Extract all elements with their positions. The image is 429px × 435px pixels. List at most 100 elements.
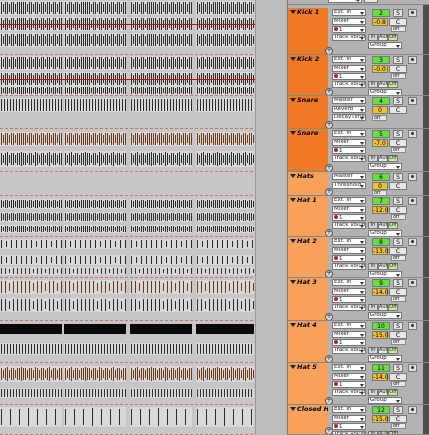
fold-triangle-icon[interactable] — [290, 10, 296, 14]
audio-clip[interactable] — [0, 132, 62, 146]
off-toggle[interactable]: off — [372, 115, 387, 121]
audio-clip[interactable] — [130, 86, 192, 95]
arrangement-lane[interactable] — [0, 405, 287, 435]
audio-clip[interactable] — [0, 33, 62, 47]
volume-field[interactable]: -12.0 — [372, 206, 389, 214]
automation-select[interactable]: Track Volume — [332, 155, 366, 162]
channel-select[interactable]: Mixer — [332, 288, 366, 295]
audio-clip[interactable] — [196, 33, 254, 47]
audio-clip[interactable] — [196, 199, 254, 209]
audio-clip[interactable] — [130, 199, 192, 209]
track-number[interactable]: 10 — [372, 322, 390, 330]
fold-triangle-icon[interactable] — [290, 98, 296, 102]
automation-select[interactable]: Track Volume — [332, 81, 366, 88]
audio-clip[interactable] — [64, 33, 126, 47]
audio-clip-solid[interactable] — [64, 324, 126, 334]
channel-select[interactable]: Mixer — [332, 206, 366, 213]
arm-button[interactable] — [408, 406, 417, 414]
audio-clip[interactable] — [0, 298, 62, 312]
pan-field[interactable]: C — [389, 288, 407, 296]
audio-clip[interactable] — [64, 86, 126, 95]
arrangement-lane[interactable] — [0, 363, 287, 405]
audio-clip[interactable] — [0, 343, 62, 355]
input-select[interactable]: Ext. In — [332, 238, 366, 245]
track-name-header[interactable]: Kick 1 — [288, 8, 328, 17]
track-number[interactable]: 3 — [372, 56, 390, 64]
solo-button[interactable]: S — [393, 238, 403, 246]
audio-clip[interactable] — [196, 56, 254, 70]
audio-clip[interactable] — [64, 98, 126, 112]
audio-clip[interactable] — [130, 267, 192, 275]
solo-button[interactable]: S — [393, 9, 403, 17]
solo-button[interactable]: S — [393, 56, 403, 64]
input-select[interactable]: Ext. In — [332, 9, 366, 16]
track-add-button[interactable]: + — [325, 121, 333, 128]
audio-clip[interactable] — [0, 86, 62, 95]
track-number[interactable]: 8 — [372, 238, 390, 246]
track-number[interactable]: 5 — [372, 130, 390, 138]
audio-clip[interactable] — [0, 239, 62, 249]
pan-field[interactable]: C — [389, 373, 407, 381]
off-button[interactable]: off — [364, 0, 378, 3]
solo-button[interactable]: S — [393, 406, 403, 414]
audio-clip[interactable] — [130, 255, 192, 265]
track-add-button[interactable]: + — [325, 397, 333, 404]
track-add-button[interactable]: + — [325, 188, 333, 195]
arm-button[interactable] — [408, 364, 417, 372]
solo-button[interactable]: S — [393, 197, 403, 205]
arrangement-lane[interactable] — [0, 55, 287, 96]
audio-clip[interactable] — [64, 239, 126, 249]
arrangement-lane[interactable] — [0, 129, 287, 172]
audio-clip[interactable] — [130, 225, 192, 233]
audio-clip[interactable] — [196, 239, 254, 249]
automation-select[interactable]: Track Volume — [332, 34, 366, 41]
arrangement-lane[interactable] — [0, 96, 287, 129]
volume-field[interactable]: -0.8 — [372, 18, 388, 26]
audio-clip[interactable] — [196, 343, 254, 355]
channel-select[interactable]: Mixer — [332, 331, 366, 338]
track-number[interactable]: 6 — [372, 173, 390, 181]
monitor-off-button[interactable]: Off — [388, 304, 398, 311]
monitor-auto-button[interactable]: Auto — [378, 155, 391, 162]
pan-field[interactable]: C — [389, 206, 407, 214]
arrangement-view[interactable] — [0, 0, 288, 435]
arm-button[interactable] — [408, 130, 417, 138]
track-number[interactable]: 9 — [372, 279, 390, 287]
audio-clip[interactable] — [130, 239, 192, 249]
track-add-button[interactable]: + — [325, 355, 333, 362]
audio-clip[interactable] — [0, 267, 62, 275]
monitor-auto-button[interactable]: Auto — [378, 34, 391, 41]
monitor-in-button[interactable]: In — [368, 34, 378, 41]
audio-clip[interactable] — [64, 151, 126, 167]
sub-select[interactable]: 1 — [332, 147, 366, 154]
track-add-button[interactable]: + — [325, 88, 333, 95]
audio-clip[interactable] — [64, 267, 126, 275]
audio-clip[interactable] — [64, 255, 126, 265]
audio-clip[interactable] — [64, 407, 126, 427]
input-select[interactable]: Ext. In — [332, 130, 366, 137]
arrangement-lane[interactable] — [0, 196, 287, 237]
off-toggle[interactable]: off — [391, 255, 406, 261]
audio-clip[interactable] — [0, 407, 62, 427]
monitor-off-button[interactable]: Off — [388, 263, 398, 270]
monitor-in-button[interactable]: In — [368, 304, 378, 311]
monitor-off-button[interactable]: Off — [388, 155, 398, 162]
arrangement-lane[interactable] — [0, 237, 287, 278]
audio-clip[interactable] — [130, 407, 192, 427]
input-select[interactable]: Master — [332, 173, 366, 180]
audio-clip[interactable] — [64, 56, 126, 70]
audio-clip[interactable] — [196, 132, 254, 146]
audio-clip[interactable] — [196, 280, 254, 294]
group-select[interactable]: Group — [368, 397, 402, 404]
channel-select[interactable]: Mixer — [332, 373, 366, 380]
automation-select[interactable]: Track Volume — [332, 304, 366, 311]
audio-clip[interactable] — [64, 212, 126, 222]
audio-clip[interactable] — [196, 86, 254, 95]
channel-select[interactable]: Mixer — [332, 18, 366, 25]
sub-select[interactable]: 1 — [332, 381, 366, 388]
audio-clip[interactable] — [0, 151, 62, 167]
solo-button[interactable]: S — [393, 322, 403, 330]
audio-clip[interactable] — [130, 343, 192, 355]
audio-clip[interactable] — [64, 343, 126, 355]
automation-select[interactable]: Track Volume — [332, 347, 366, 354]
